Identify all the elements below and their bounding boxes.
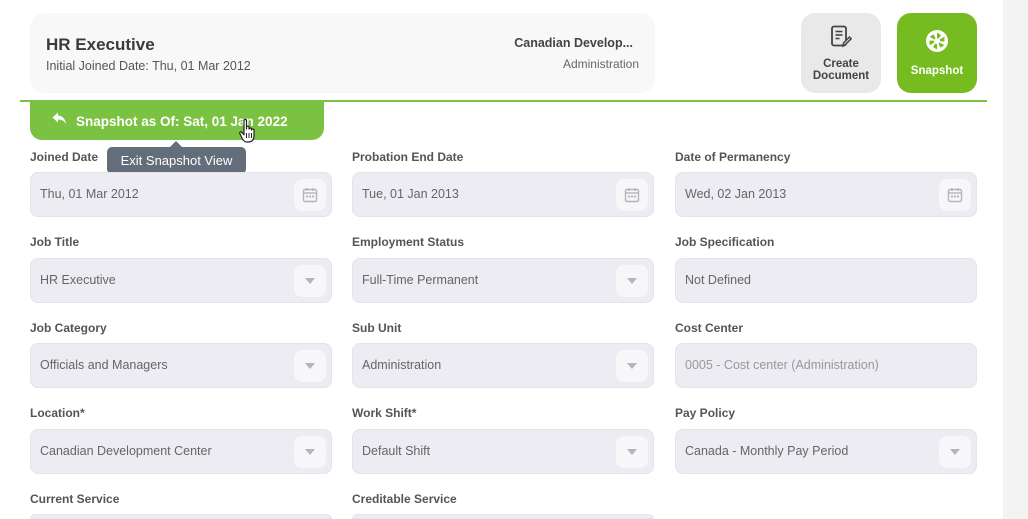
calendar-icon[interactable] [294, 179, 326, 211]
chevron-down-icon[interactable] [616, 350, 648, 382]
probation-end-label: Probation End Date [352, 150, 464, 164]
creditable-service-label: Creditable Service [352, 492, 457, 506]
job-category-select[interactable]: Officials and Managers [30, 343, 332, 388]
pay-policy-value: Canada - Monthly Pay Period [685, 444, 849, 458]
page-gutter [1003, 0, 1028, 519]
current-service-field [30, 514, 332, 519]
location-label: Location* [30, 406, 85, 420]
employment-status-select[interactable]: Full-Time Permanent [352, 258, 654, 303]
location-select[interactable]: Canadian Development Center [30, 429, 332, 474]
job-category-label: Job Category [30, 321, 107, 335]
employment-status-label: Employment Status [352, 235, 465, 249]
chevron-down-icon[interactable] [294, 436, 326, 468]
employment-status-value: Full-Time Permanent [362, 273, 479, 287]
location-value: Canadian Development Center [40, 444, 212, 458]
snapshot-label: Snapshot [910, 65, 964, 77]
creditable-service-field [352, 514, 654, 519]
current-service-label: Current Service [30, 492, 120, 506]
exit-snapshot-tooltip: Exit Snapshot View [107, 141, 246, 174]
probation-end-field[interactable]: Tue, 01 Jan 2013 [352, 172, 654, 217]
calendar-icon[interactable] [939, 179, 971, 211]
work-shift-value: Default Shift [362, 444, 431, 458]
job-specification-value: Not Defined [685, 273, 752, 287]
create-document-button[interactable]: Create Document [801, 13, 881, 93]
chevron-down-icon[interactable] [939, 436, 971, 468]
work-shift-select[interactable]: Default Shift [352, 429, 654, 474]
permanency-date-value: Wed, 02 Jan 2013 [685, 187, 787, 201]
job-specification-label: Job Specification [675, 235, 775, 249]
joined-date-field[interactable]: Thu, 01 Mar 2012 [30, 172, 332, 217]
cost-center-label: Cost Center [675, 321, 744, 335]
pay-policy-select[interactable]: Canada - Monthly Pay Period [675, 429, 977, 474]
job-title-value: HR Executive [40, 273, 116, 287]
job-category-value: Officials and Managers [40, 358, 168, 372]
page: HR Executive Initial Joined Date: Thu, 0… [0, 0, 1003, 519]
employee-job-title: HR Executive [46, 35, 155, 54]
employee-department: Administration [562, 57, 639, 71]
sub-unit-label: Sub Unit [352, 321, 402, 335]
aperture-icon [925, 29, 949, 58]
reply-arrow-icon [52, 112, 67, 130]
cost-center-value: 0005 - Cost center (Administration) [685, 358, 879, 372]
job-title-label: Job Title [30, 235, 80, 249]
chevron-down-icon[interactable] [616, 436, 648, 468]
job-title-select[interactable]: HR Executive [30, 258, 332, 303]
chevron-down-icon[interactable] [294, 350, 326, 382]
snapshot-button[interactable]: Snapshot [897, 13, 977, 93]
initial-joined-date: Initial Joined Date: Thu, 01 Mar 2012 [46, 59, 251, 73]
permanency-date-field[interactable]: Wed, 02 Jan 2013 [675, 172, 977, 217]
hand-cursor-icon [238, 118, 258, 149]
pay-policy-label: Pay Policy [675, 406, 736, 420]
probation-end-value: Tue, 01 Jan 2013 [362, 187, 459, 201]
chevron-down-icon[interactable] [616, 265, 648, 297]
cost-center-field: 0005 - Cost center (Administration) [675, 343, 977, 388]
calendar-icon[interactable] [616, 179, 648, 211]
joined-date-label: Joined Date [30, 150, 99, 164]
snapshot-date-banner[interactable]: Snapshot as Of: Sat, 01 Jan 2022 [30, 102, 324, 140]
sub-unit-select[interactable]: Administration [352, 343, 654, 388]
joined-date-value: Thu, 01 Mar 2012 [40, 187, 139, 201]
sub-unit-value: Administration [362, 358, 442, 372]
job-specification-field: Not Defined [675, 258, 977, 303]
permanency-date-label: Date of Permanency [675, 150, 791, 164]
employee-summary-card: HR Executive Initial Joined Date: Thu, 0… [30, 13, 655, 93]
employee-location: Canadian Develop... [514, 36, 633, 50]
document-edit-icon [830, 25, 853, 54]
work-shift-label: Work Shift* [352, 406, 417, 420]
create-document-label: Create Document [812, 57, 870, 82]
chevron-down-icon[interactable] [294, 265, 326, 297]
